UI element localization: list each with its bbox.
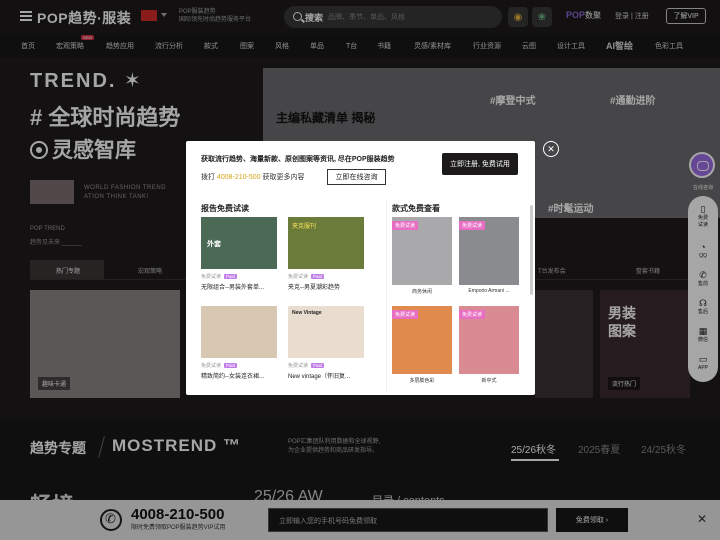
report-card[interactable]: New Vintage 免费试读 Paid New vintage（怀旧复... — [288, 306, 364, 380]
style-caption: 多层膨色彩 — [409, 378, 435, 384]
style-image: 免费试读 — [459, 217, 519, 285]
report-title: 夹克--男夏潮彩趋势 — [288, 285, 340, 291]
style-image: 免费试读 — [392, 217, 452, 285]
style-image: 免费试读 — [392, 306, 452, 374]
report-card[interactable]: 外套 免费试读 Paid 无限组合--男装外套单... — [201, 217, 277, 291]
report-image: New Vintage — [288, 306, 364, 358]
modal-heading: 获取流行趋势、海量新款、原创图案等资讯, 尽在POP服装趋势 — [201, 156, 395, 163]
report-card[interactable]: 夹克服刊 免费试读 Paid 夹克--男夏潮彩趋势 — [288, 217, 364, 291]
modal-phone-line: 拨打 4008-210-500 获取更多内容 — [201, 174, 305, 181]
style-card[interactable]: 免费试读 新中式 — [459, 306, 519, 384]
report-image: 夹克服刊 — [288, 217, 364, 269]
report-title: 无限组合--男装外套单... — [201, 285, 264, 291]
report-free-label: 免费试读 Paid — [288, 274, 325, 280]
modal-scrollbar[interactable] — [530, 205, 533, 295]
divider — [386, 199, 387, 391]
report-image: 外套 — [201, 217, 277, 269]
style-card[interactable]: 免费试读 Emporio Armani ... — [459, 217, 519, 294]
online-consult-button[interactable]: 立即在线咨询 — [327, 169, 386, 185]
report-title: New vintage（怀旧复... — [288, 374, 351, 380]
promo-modal: 获取流行趋势、海量新款、原创图案等资讯, 尽在POP服装趋势 拨打 4008-2… — [186, 141, 535, 395]
style-card[interactable]: 免费试读 商务休闲 — [392, 217, 452, 295]
styles-section-title: 款式免费查看 — [392, 204, 440, 213]
report-free-label: 免费试读 Paid — [288, 363, 325, 369]
report-title: 精致简约--女装连衣裙... — [201, 374, 264, 380]
report-card[interactable]: 免费试读 Paid 精致简约--女装连衣裙... — [201, 306, 277, 380]
style-caption: Emporio Armani ... — [468, 288, 510, 294]
report-image — [201, 306, 277, 358]
close-icon[interactable]: ✕ — [543, 141, 559, 157]
reports-section-title: 报告免费试读 — [201, 204, 249, 213]
style-image: 免费试读 — [459, 306, 519, 374]
style-card[interactable]: 免费试读 多层膨色彩 — [392, 306, 452, 384]
style-caption: 新中式 — [481, 378, 497, 384]
register-free-button[interactable]: 立即注册, 免费试用 — [442, 153, 518, 175]
style-caption: 商务休闲 — [411, 289, 432, 295]
report-free-label: 免费试读 Paid — [201, 274, 238, 280]
report-free-label: 免费试读 Paid — [201, 363, 238, 369]
